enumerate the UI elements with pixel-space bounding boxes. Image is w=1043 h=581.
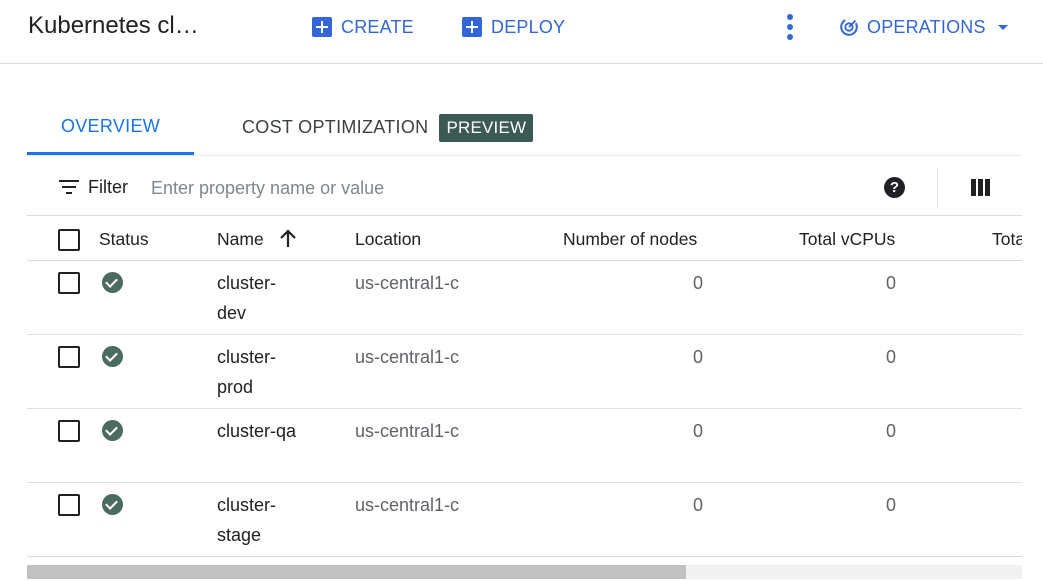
column-header-name[interactable]: Name: [217, 224, 264, 254]
filter-bar: Filter ?: [27, 160, 1022, 216]
nodes-cell: 0: [692, 273, 703, 293]
status-ok-icon: [102, 494, 123, 515]
page-header: Kubernetes cl… CREATE DEPLOY OPERATIONS: [0, 0, 1043, 64]
add-box-icon: [462, 17, 482, 37]
vcpus-cell: 0: [885, 347, 896, 367]
select-all-checkbox[interactable]: [58, 229, 80, 251]
deploy-button-label: DEPLOY: [491, 16, 566, 37]
row-checkbox[interactable]: [58, 420, 80, 442]
operations-icon: [840, 18, 858, 36]
status-ok-icon: [102, 272, 123, 293]
nodes-cell: 0: [692, 421, 703, 441]
column-header-status[interactable]: Status: [99, 224, 149, 254]
page-title: Kubernetes cl…: [28, 12, 199, 39]
divider: [937, 168, 938, 208]
table-row: cluster- dev us-central1-c 0 0: [27, 261, 1022, 335]
row-checkbox[interactable]: [58, 346, 80, 368]
cluster-name-line1: cluster-: [217, 347, 277, 367]
table-header-row: Status Name Location Number of nodes Tot…: [27, 217, 1022, 261]
location-cell: us-central1-c: [355, 495, 460, 515]
cluster-name-link[interactable]: cluster-qa: [217, 416, 296, 446]
cluster-name-link[interactable]: cluster- prod: [217, 342, 276, 402]
nodes-cell: 0: [692, 347, 703, 367]
status-ok-icon: [102, 420, 123, 441]
vcpus-cell: 0: [885, 495, 896, 515]
location-cell: us-central1-c: [355, 421, 460, 441]
cluster-name-line1: cluster-: [217, 495, 277, 515]
filter-list-icon[interactable]: [59, 180, 79, 194]
cluster-name-line2: prod: [217, 377, 254, 397]
vcpus-cell: 0: [885, 421, 896, 441]
arrow-up-icon[interactable]: [279, 228, 297, 248]
operations-button-label: OPERATIONS: [867, 16, 986, 37]
preview-badge: PREVIEW: [439, 113, 534, 142]
location-cell: us-central1-c: [355, 273, 460, 293]
filter-input[interactable]: [151, 174, 751, 202]
add-box-icon: [312, 17, 332, 37]
cluster-name-line1: cluster-: [217, 273, 277, 293]
tab-bar: OVERVIEW COST OPTIMIZATION PREVIEW: [27, 100, 1022, 156]
column-header-location[interactable]: Location: [355, 224, 421, 254]
vcpus-cell: 0: [885, 273, 896, 293]
filter-label: Filter: [88, 177, 128, 197]
create-button-label: CREATE: [341, 16, 414, 37]
row-checkbox[interactable]: [58, 272, 80, 294]
deploy-button[interactable]: DEPLOY: [462, 14, 565, 40]
tab-cost-optimization[interactable]: COST OPTIMIZATION PREVIEW: [242, 100, 534, 155]
nodes-cell: 0: [692, 495, 703, 515]
row-checkbox[interactable]: [58, 494, 80, 516]
cluster-name-line2: dev: [217, 303, 247, 323]
column-header-nodes[interactable]: Number of nodes: [563, 224, 697, 254]
tab-overview[interactable]: OVERVIEW: [27, 100, 194, 155]
table-row: cluster- stage us-central1-c 0 0: [27, 483, 1022, 557]
cluster-name-line1: cluster-qa: [217, 421, 297, 441]
clusters-table: Status Name Location Number of nodes Tot…: [27, 217, 1022, 557]
location-cell: us-central1-c: [355, 347, 460, 367]
table-row: cluster-qa us-central1-c 0 0: [27, 409, 1022, 483]
chevron-down-icon: [997, 24, 1008, 30]
cluster-name-line2: stage: [217, 525, 262, 545]
cluster-name-link[interactable]: cluster- stage: [217, 490, 276, 550]
cluster-name-link[interactable]: cluster- dev: [217, 268, 276, 328]
more-options-icon[interactable]: [779, 12, 801, 42]
create-button[interactable]: CREATE: [312, 14, 414, 40]
help-circle-icon[interactable]: ?: [884, 177, 905, 198]
status-ok-icon: [102, 346, 123, 367]
tab-overview-label: OVERVIEW: [60, 115, 161, 136]
horizontal-scrollbar[interactable]: [27, 565, 1022, 579]
scrollbar-thumb[interactable]: [27, 565, 686, 579]
column-header-vcpus[interactable]: Total vCPUs: [799, 224, 895, 254]
column-header-total-truncated[interactable]: Tota: [992, 224, 1022, 254]
column-display-icon[interactable]: [971, 179, 990, 196]
operations-button[interactable]: OPERATIONS: [838, 14, 1008, 40]
tab-cost-optimization-label: COST OPTIMIZATION: [242, 117, 429, 137]
table-row: cluster- prod us-central1-c 0 0: [27, 335, 1022, 409]
